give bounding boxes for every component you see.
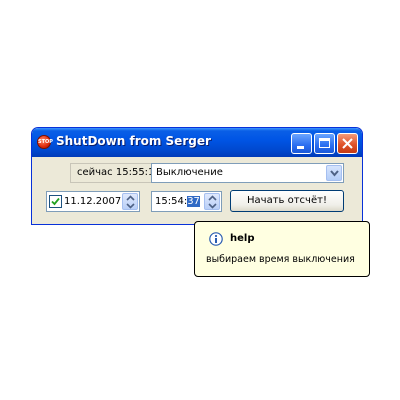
app-window: STOP ShutDown from Serger сейчас 15:55:1…	[31, 127, 363, 225]
dropdown-button[interactable]	[326, 165, 342, 181]
time-hours-minutes: 15:54:	[155, 196, 188, 207]
maximize-button[interactable]	[314, 133, 335, 154]
spin-arrows-icon	[126, 195, 135, 209]
close-button[interactable]	[337, 133, 358, 154]
date-picker[interactable]: 11.12.2007	[46, 191, 140, 212]
stop-sign-icon[interactable]: STOP	[37, 135, 53, 149]
maximize-icon	[319, 138, 330, 148]
tooltip-text: выбираем время выключения	[206, 254, 355, 265]
minimize-icon	[297, 146, 304, 149]
start-countdown-button[interactable]: Начать отсчёт!	[230, 190, 344, 212]
action-select[interactable]: Выключение	[151, 163, 344, 183]
time-spin-button[interactable]	[204, 193, 220, 210]
checkmark-icon	[51, 197, 60, 206]
info-icon	[209, 232, 223, 246]
help-tooltip: help выбираем время выключения	[194, 221, 370, 277]
action-select-value: Выключение	[156, 167, 223, 178]
chevron-down-icon	[330, 170, 339, 177]
time-seconds-selected[interactable]: 37	[187, 196, 200, 207]
time-value: 15:54:37	[155, 192, 200, 211]
close-icon	[342, 138, 353, 149]
date-value: 11.12.2007	[64, 196, 122, 207]
spin-arrows-icon	[208, 195, 217, 209]
title-bar[interactable]: STOP ShutDown from Serger	[32, 128, 362, 157]
time-picker[interactable]: 15:54:37	[151, 191, 222, 212]
minimize-button[interactable]	[291, 133, 312, 154]
date-enabled-checkbox[interactable]	[49, 195, 62, 208]
tooltip-title: help	[230, 233, 255, 244]
date-spin-button[interactable]	[122, 193, 138, 210]
window-title: ShutDown from Serger	[56, 134, 211, 148]
